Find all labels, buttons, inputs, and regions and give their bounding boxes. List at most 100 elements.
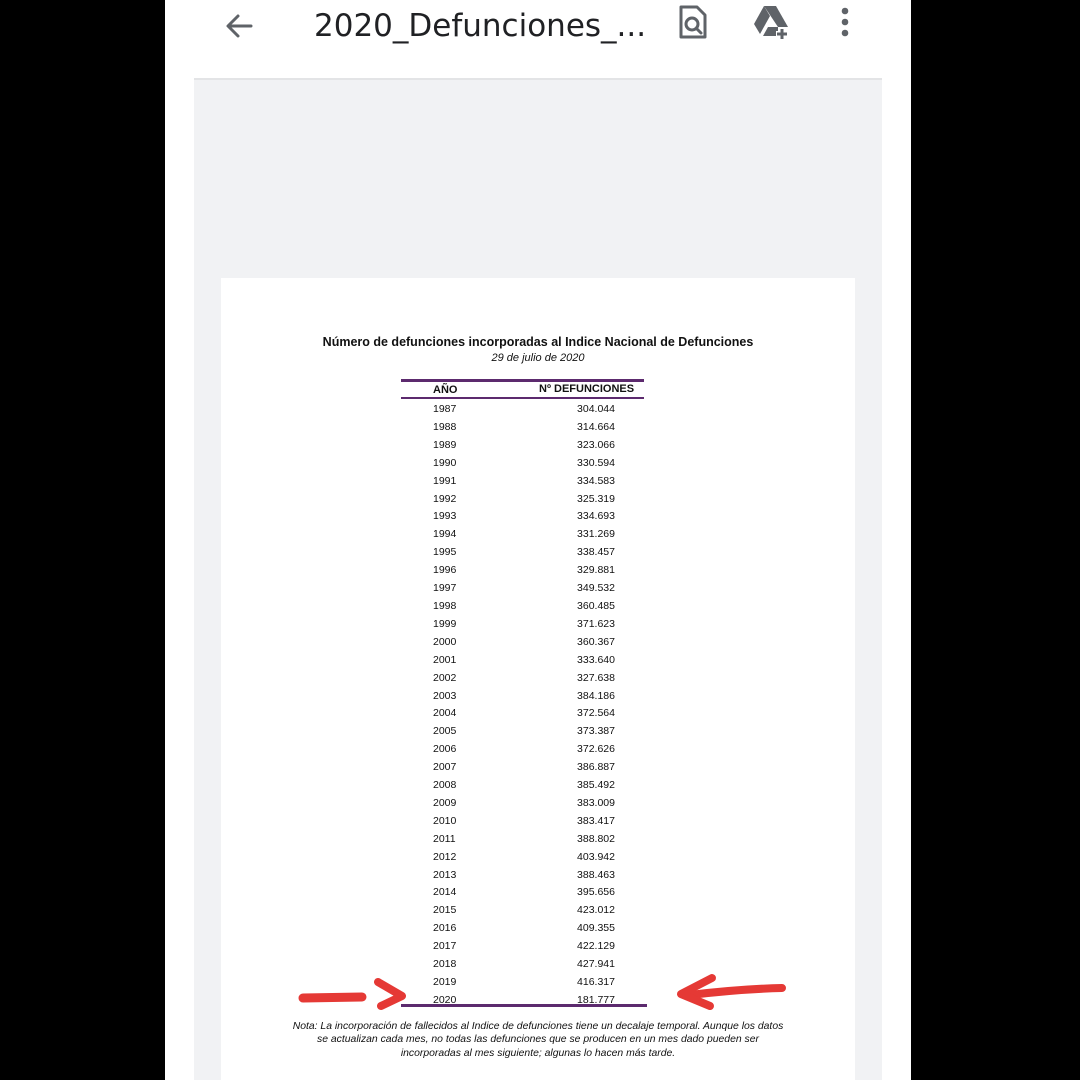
row-deaths: 314.664 <box>577 420 615 433</box>
table-row: 1991 334.583 <box>401 473 651 491</box>
row-year: 2002 <box>433 671 457 684</box>
table-row: 1997 349.532 <box>401 580 651 598</box>
table-row: 2019 416.317 <box>401 974 651 992</box>
row-year: 1998 <box>433 599 457 612</box>
table-rule-bottom <box>401 1004 647 1007</box>
row-deaths: 386.887 <box>577 761 615 774</box>
row-year: 2000 <box>433 635 457 648</box>
table-row: 2020 181.777 <box>401 992 651 1010</box>
table-row: 2014 395.656 <box>401 884 651 902</box>
row-deaths: 349.532 <box>577 582 615 595</box>
row-deaths: 333.640 <box>577 653 615 666</box>
table-body: 1987 304.044 1988 314.664 1989 323.066 1990 330… <box>401 401 651 1010</box>
row-year: 2015 <box>433 904 457 917</box>
table-row: 2011 388.802 <box>401 831 651 849</box>
row-deaths: 384.186 <box>577 689 615 702</box>
table-row: 1994 331.269 <box>401 526 651 544</box>
row-year: 1994 <box>433 528 457 541</box>
row-year: 2008 <box>433 779 457 792</box>
row-deaths: 323.066 <box>577 438 615 451</box>
table-row: 1999 371.623 <box>401 616 651 634</box>
table-footnote: Nota: La incorporación de fallecidos al … <box>292 1021 784 1059</box>
document-search-icon[interactable] <box>671 0 715 44</box>
row-deaths: 334.693 <box>577 510 615 523</box>
row-year: 2016 <box>433 922 457 935</box>
row-deaths: 427.941 <box>577 958 615 971</box>
table-row: 2012 403.942 <box>401 849 651 867</box>
row-deaths: 329.881 <box>577 564 615 577</box>
table-row: 2016 409.355 <box>401 920 651 938</box>
row-deaths: 371.623 <box>577 617 615 630</box>
table-row: 1987 304.044 <box>401 401 651 419</box>
table-row: 1998 360.485 <box>401 598 651 616</box>
screen-edge-left <box>165 0 194 1080</box>
table-row: 2004 372.564 <box>401 705 651 723</box>
row-deaths: 395.656 <box>577 886 615 899</box>
document-title: 2020_Defunciones_... <box>314 8 647 44</box>
drive-add-icon[interactable] <box>750 0 794 44</box>
table-row: 2017 422.129 <box>401 938 651 956</box>
row-deaths: 388.463 <box>577 868 615 881</box>
row-deaths: 325.319 <box>577 492 615 505</box>
row-year: 1988 <box>433 420 457 433</box>
table-row: 1989 323.066 <box>401 437 651 455</box>
row-year: 2011 <box>433 832 456 845</box>
row-year: 2012 <box>433 850 457 863</box>
table-row: 2007 386.887 <box>401 759 651 777</box>
row-deaths: 403.942 <box>577 850 615 863</box>
table-row: 2001 333.640 <box>401 652 651 670</box>
row-year: 1995 <box>433 546 457 559</box>
table-row: 2008 385.492 <box>401 777 651 795</box>
table-row: 2003 384.186 <box>401 688 651 706</box>
row-deaths: 385.492 <box>577 779 615 792</box>
row-deaths: 416.317 <box>577 976 615 988</box>
row-year: 2005 <box>433 725 457 738</box>
table-row: 1995 338.457 <box>401 544 651 562</box>
row-deaths: 423.012 <box>577 904 615 917</box>
row-year: 2003 <box>433 689 457 702</box>
row-deaths: 360.485 <box>577 599 615 612</box>
row-year: 1990 <box>433 456 457 469</box>
row-year: 2001 <box>433 653 457 666</box>
table-row: 2009 383.009 <box>401 795 651 813</box>
pdf-page[interactable]: Número de defunciones incorporadas al In… <box>221 278 855 1080</box>
row-year: 2019 <box>433 976 457 988</box>
row-year: 2009 <box>433 796 457 809</box>
document-date: 29 de julio de 2020 <box>491 352 585 364</box>
table-row: 1996 329.881 <box>401 562 651 580</box>
row-year: 2013 <box>433 868 457 881</box>
row-year: 1993 <box>433 510 457 523</box>
table-row: 2018 427.941 <box>401 956 651 974</box>
arrow-left-icon[interactable] <box>217 6 261 46</box>
table-rule-header <box>401 397 644 399</box>
row-deaths: 331.269 <box>577 528 615 541</box>
document-heading: Número de defunciones incorporadas al In… <box>322 335 754 349</box>
table-row: 1990 330.594 <box>401 455 651 473</box>
row-deaths: 388.802 <box>577 832 615 845</box>
row-deaths: 327.638 <box>577 671 615 684</box>
row-deaths: 372.626 <box>577 743 615 756</box>
table-row: 2010 383.417 <box>401 813 651 831</box>
row-year: 1992 <box>433 492 457 505</box>
column-header-deaths: Nº DEFUNCIONES <box>539 383 635 395</box>
table-row: 1992 325.319 <box>401 491 651 509</box>
row-deaths: 383.417 <box>577 814 615 827</box>
table-row: 1988 314.664 <box>401 419 651 437</box>
column-header-year: AÑO <box>433 384 458 396</box>
table-row: 2002 327.638 <box>401 670 651 688</box>
row-year: 2004 <box>433 707 457 720</box>
row-year: 1997 <box>433 582 457 595</box>
row-deaths: 304.044 <box>577 403 615 415</box>
table-row: 1993 334.693 <box>401 508 651 526</box>
row-deaths: 330.594 <box>577 456 615 469</box>
row-deaths: 338.457 <box>577 546 615 559</box>
row-year: 2007 <box>433 761 457 774</box>
row-deaths: 409.355 <box>577 922 615 935</box>
row-year: 2010 <box>433 814 457 827</box>
more-vert-icon[interactable] <box>825 0 865 44</box>
row-deaths: 383.009 <box>577 796 615 809</box>
row-deaths: 422.129 <box>577 940 615 953</box>
toolbar-divider <box>194 78 882 80</box>
table-row: 2006 372.626 <box>401 741 651 759</box>
table-row: 2015 423.012 <box>401 902 651 920</box>
